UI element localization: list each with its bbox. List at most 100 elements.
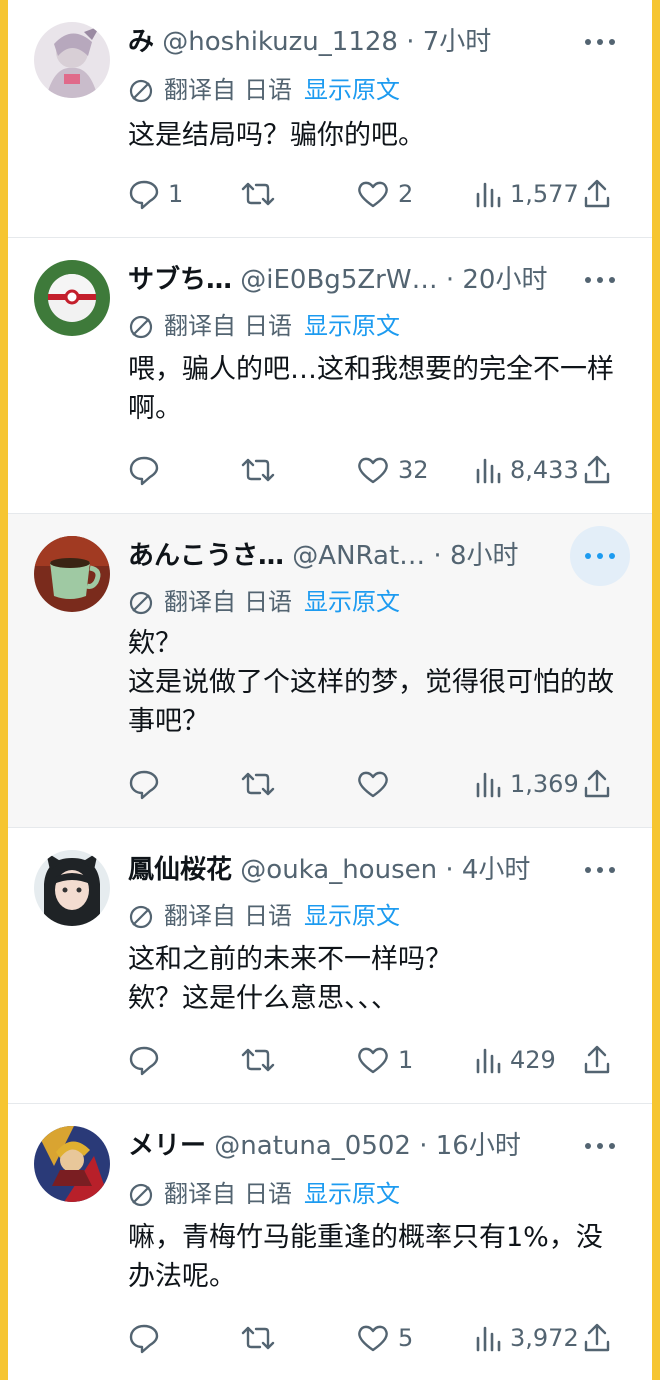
- share-icon: [584, 769, 610, 798]
- timestamp[interactable]: 8小时: [450, 541, 519, 571]
- timestamp[interactable]: 16小时: [436, 1131, 521, 1161]
- share-button[interactable]: [582, 174, 612, 214]
- translated-from-label: 翻译自: [164, 76, 236, 104]
- more-options-button[interactable]: [570, 840, 630, 900]
- separator-dot: ·: [406, 27, 423, 57]
- action-bar: 5 3,972: [128, 1318, 624, 1358]
- user-handle[interactable]: @natuna_0502: [214, 1131, 411, 1161]
- view-count: 1,369: [510, 770, 579, 798]
- like-count: 1: [398, 1046, 414, 1074]
- like-count: 5: [398, 1324, 414, 1352]
- views-button[interactable]: 8,433: [474, 450, 579, 490]
- translate-icon: [129, 591, 153, 615]
- share-button[interactable]: [582, 1318, 612, 1358]
- like-button[interactable]: 32: [356, 450, 429, 490]
- show-original-link[interactable]: 显示原文: [304, 312, 400, 340]
- reply-text: 欸？ 这是说做了个这样的梦，觉得很可怕的故事吧？: [128, 628, 614, 737]
- avatar[interactable]: [34, 1126, 110, 1202]
- heart-icon: [358, 1325, 388, 1352]
- retweet-icon: [241, 1326, 275, 1350]
- reply-list: み @hoshikuzu_1128 · 7小时 翻译自 日语 显示原文 这是结局吗？…: [8, 0, 652, 1380]
- reply-card[interactable]: み @hoshikuzu_1128 · 7小时 翻译自 日语 显示原文 这是结局吗？…: [8, 0, 652, 238]
- reply-text: 这是结局吗？骗你的吧。: [128, 120, 425, 151]
- analytics-icon: [476, 182, 501, 208]
- reply-card[interactable]: 鳳仙桜花 @ouka_housen · 4小时 翻译自 日语 显示原文 这和之前的未…: [8, 828, 652, 1104]
- views-button[interactable]: 1,577: [474, 174, 579, 214]
- view-count: 429: [510, 1046, 556, 1074]
- reply-header: メリー @natuna_0502 · 16小时: [128, 1126, 582, 1166]
- share-icon: [584, 1323, 610, 1352]
- show-original-link[interactable]: 显示原文: [304, 76, 400, 104]
- user-handle[interactable]: @ANRat…: [292, 541, 425, 571]
- avatar[interactable]: [34, 850, 110, 926]
- like-button[interactable]: 5: [356, 1318, 413, 1358]
- retweet-button[interactable]: [240, 1040, 284, 1080]
- display-name[interactable]: サブち…: [128, 265, 232, 295]
- translation-notice: 翻译自 日语 显示原文: [128, 898, 400, 934]
- more-options-button[interactable]: [570, 250, 630, 310]
- show-original-link[interactable]: 显示原文: [304, 1180, 400, 1208]
- more-options-button[interactable]: [570, 12, 630, 72]
- heart-icon: [358, 457, 388, 484]
- source-language: 日语: [244, 902, 292, 930]
- reply-button[interactable]: [128, 764, 168, 804]
- comment-icon: [129, 180, 159, 210]
- reply-header: サブち… @iE0Bg5ZrW… · 20小时: [128, 260, 582, 300]
- display-name[interactable]: み: [128, 27, 154, 57]
- retweet-icon: [241, 458, 275, 482]
- share-button[interactable]: [582, 1040, 612, 1080]
- retweet-button[interactable]: [240, 764, 284, 804]
- more-options-button[interactable]: [570, 526, 630, 586]
- reply-button[interactable]: 1: [128, 174, 183, 214]
- reply-card[interactable]: メリー @natuna_0502 · 16小时 翻译自 日语 显示原文 嘛，青梅竹马…: [8, 1104, 652, 1380]
- user-handle[interactable]: @ouka_housen: [240, 855, 437, 885]
- views-button[interactable]: 1,369: [474, 764, 579, 804]
- views-button[interactable]: 429: [474, 1040, 556, 1080]
- heart-icon: [358, 1047, 388, 1074]
- reply-button[interactable]: [128, 1040, 168, 1080]
- like-button[interactable]: 2: [356, 174, 413, 214]
- user-handle[interactable]: @hoshikuzu_1128: [162, 27, 398, 57]
- reply-text: 喂，骗人的吧…这和我想要的完全不一样啊。: [128, 354, 614, 424]
- action-bar: 1 429: [128, 1040, 624, 1080]
- share-button[interactable]: [582, 450, 612, 490]
- display-name[interactable]: 鳳仙桜花: [128, 855, 232, 885]
- analytics-icon: [476, 772, 501, 798]
- separator-dot: ·: [445, 855, 462, 885]
- display-name[interactable]: あんこうさ…: [128, 541, 284, 571]
- reply-card[interactable]: あんこうさ… @ANRat… · 8小时 翻译自 日语 显示原文 欸？ 这是说做了个…: [8, 514, 652, 828]
- avatar[interactable]: [34, 22, 110, 98]
- reply-button[interactable]: [128, 1318, 168, 1358]
- display-name[interactable]: メリー: [128, 1131, 206, 1161]
- like-button[interactable]: 1: [356, 1040, 413, 1080]
- share-icon: [584, 455, 610, 484]
- avatar[interactable]: [34, 536, 110, 612]
- more-options-button[interactable]: [570, 1116, 630, 1176]
- translated-from-label: 翻译自: [164, 588, 236, 616]
- reply-button[interactable]: [128, 450, 168, 490]
- separator-dot: ·: [419, 1131, 436, 1161]
- reply-card[interactable]: サブち… @iE0Bg5ZrW… · 20小时 翻译自 日语 显示原文 喂，骗人的吧…: [8, 238, 652, 514]
- heart-icon: [358, 181, 388, 208]
- timestamp[interactable]: 7小时: [423, 27, 492, 57]
- show-original-link[interactable]: 显示原文: [304, 588, 400, 616]
- retweet-button[interactable]: [240, 450, 284, 490]
- comment-icon: [129, 770, 159, 800]
- views-button[interactable]: 3,972: [474, 1318, 579, 1358]
- retweet-icon: [241, 182, 275, 206]
- translated-from-label: 翻译自: [164, 902, 236, 930]
- translate-icon: [129, 905, 153, 929]
- like-button[interactable]: [356, 764, 398, 804]
- timestamp[interactable]: 4小时: [462, 855, 531, 885]
- translate-icon: [129, 79, 153, 103]
- source-language: 日语: [244, 312, 292, 340]
- reply-text: 嘛，青梅竹马能重逢的概率只有1%，没办法呢。: [128, 1222, 603, 1292]
- retweet-button[interactable]: [240, 1318, 284, 1358]
- show-original-link[interactable]: 显示原文: [304, 902, 400, 930]
- retweet-button[interactable]: [240, 174, 284, 214]
- avatar[interactable]: [34, 260, 110, 336]
- translated-from-label: 翻译自: [164, 312, 236, 340]
- share-button[interactable]: [582, 764, 612, 804]
- user-handle[interactable]: @iE0Bg5ZrW…: [240, 265, 437, 295]
- timestamp[interactable]: 20小时: [462, 265, 547, 295]
